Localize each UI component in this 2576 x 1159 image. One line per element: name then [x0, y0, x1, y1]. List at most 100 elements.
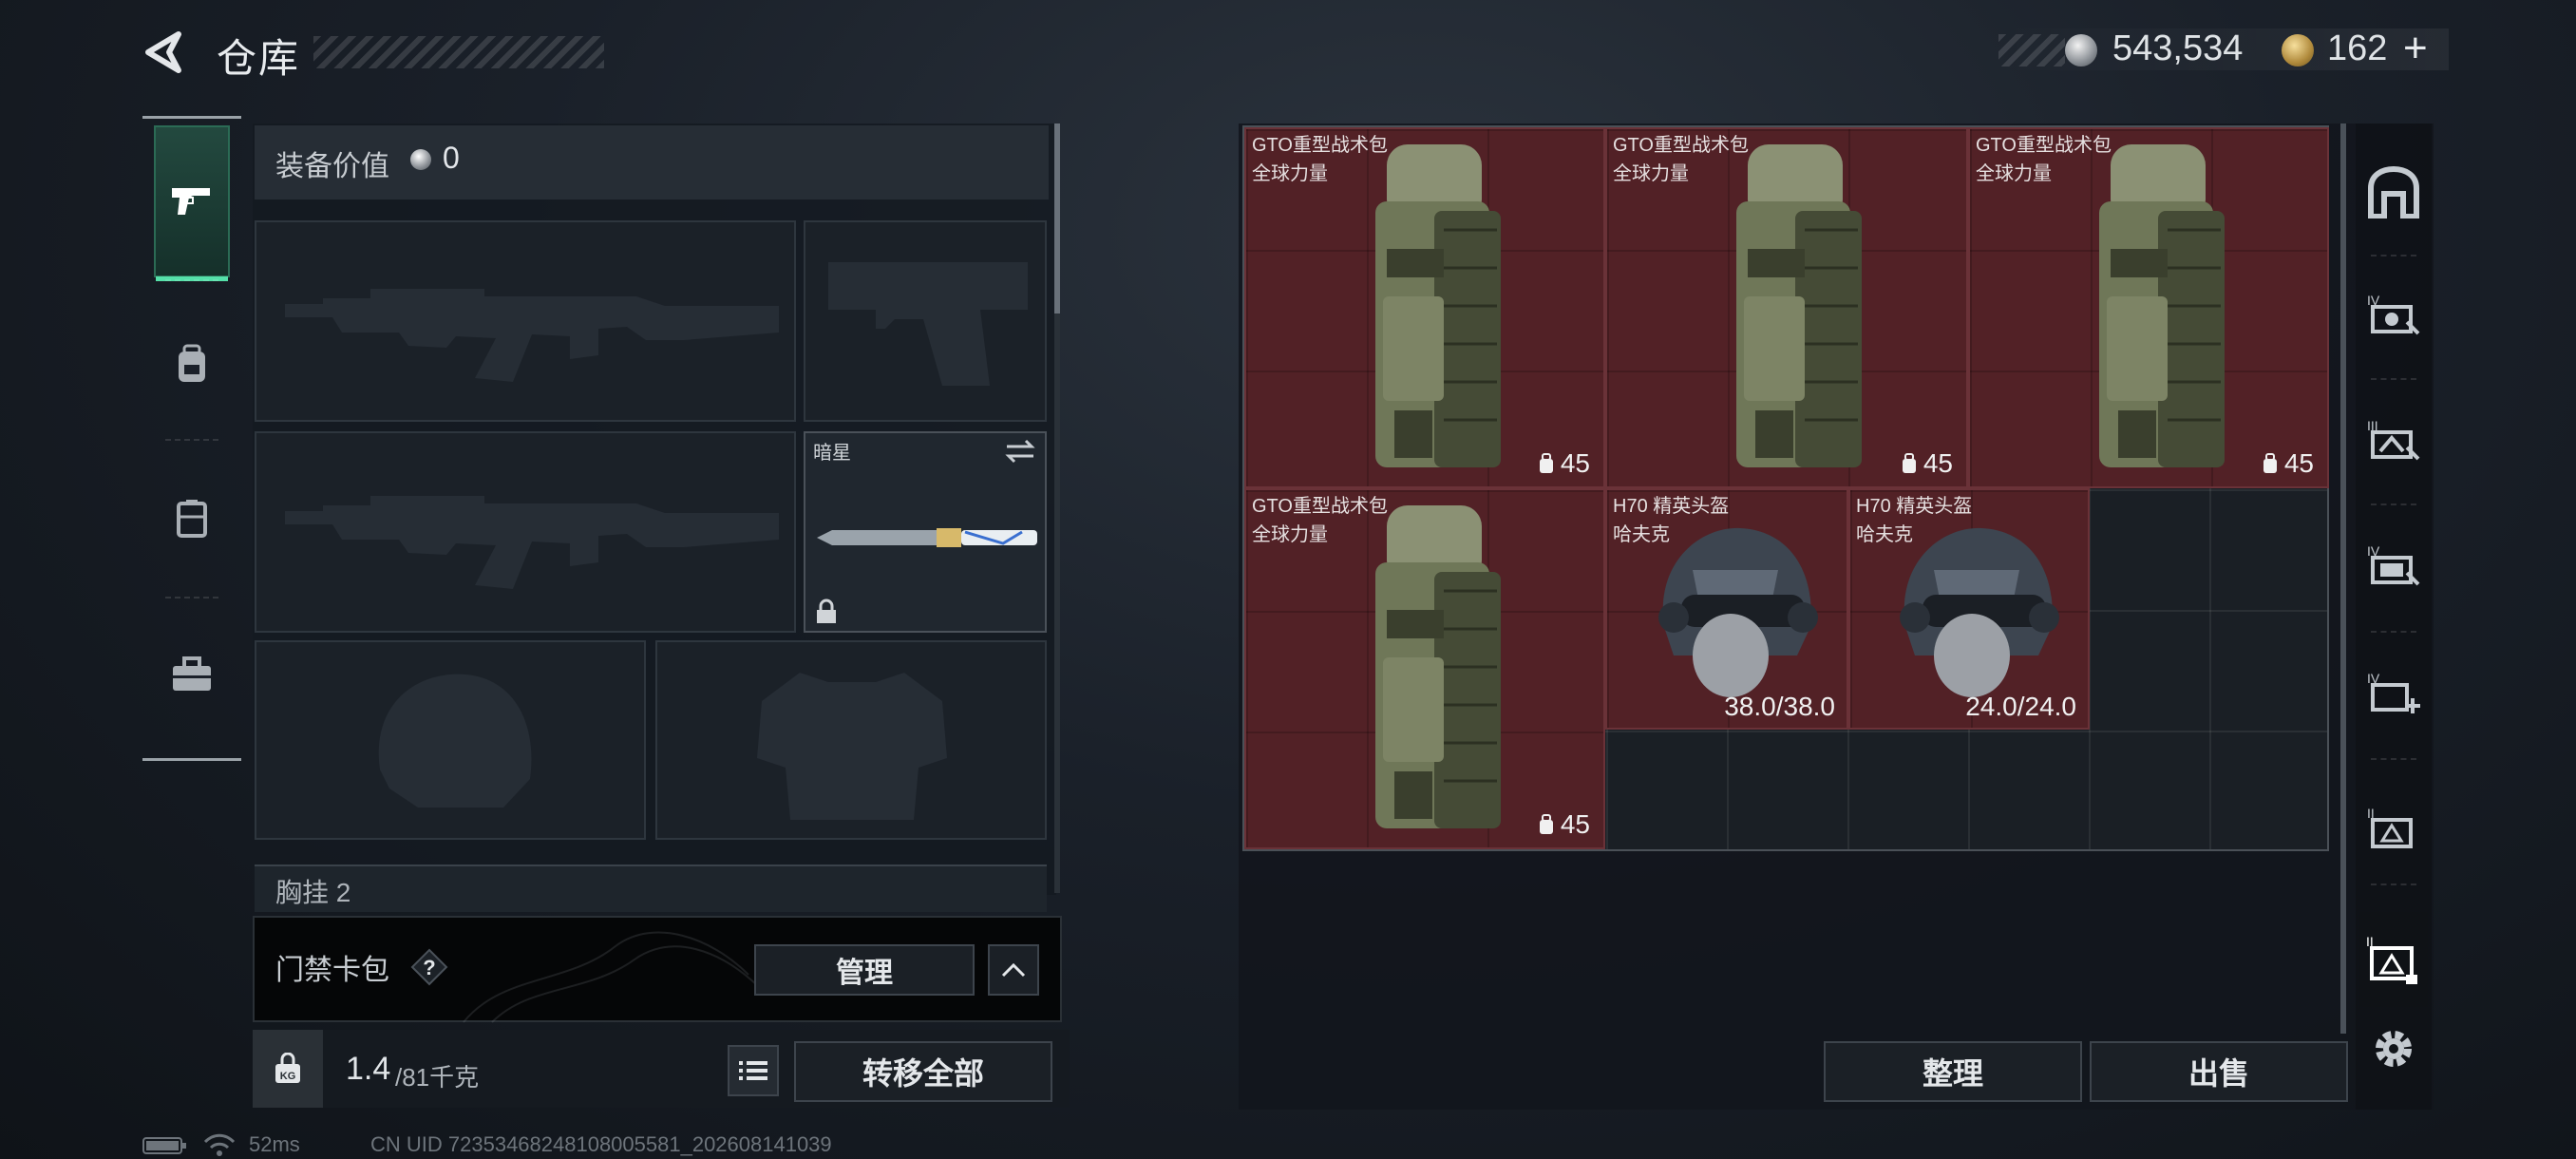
collapse-button[interactable] — [988, 944, 1039, 996]
page-title: 仓库 — [217, 36, 301, 81]
add-currency-button[interactable]: + — [2403, 25, 2428, 72]
tab-weapons[interactable] — [154, 125, 230, 281]
tab-stash-iv-2[interactable]: IV — [2359, 519, 2428, 614]
currency-decoration — [1998, 34, 2065, 66]
pistol-icon — [170, 184, 214, 218]
manage-button[interactable]: 管理 — [754, 944, 975, 996]
capacity-icon — [1539, 453, 1553, 473]
knife-icon — [817, 528, 1037, 547]
storage-item-helmet[interactable]: H70 精英头盔 哈夫克 24.0/24.0 — [1848, 488, 2090, 730]
item-brand: 全球力量 — [1976, 163, 2052, 184]
case-icon — [173, 498, 211, 540]
value-coin-icon — [410, 149, 431, 170]
loadout-scrollbar-thumb[interactable] — [1054, 124, 1060, 314]
tab-kits[interactable] — [154, 598, 230, 750]
gold-coin-icon — [2282, 34, 2314, 66]
rifle-silhouette-icon — [285, 496, 779, 589]
wifi-icon — [203, 1132, 236, 1157]
backpack-icon — [1736, 144, 1862, 467]
tier-i-stash-selected-icon: II — [2364, 933, 2423, 986]
storage-item-helmet[interactable]: H70 精英头盔 哈夫克 38.0/38.0 — [1605, 488, 1848, 730]
vest-silhouette-icon — [757, 673, 947, 820]
tab-stash-ii[interactable]: II — [2359, 781, 2428, 876]
storage-item-backpack[interactable]: GTO重型战术包 全球力量 45 — [1244, 127, 1605, 488]
back-icon[interactable] — [141, 28, 188, 76]
backpack-icon — [173, 344, 211, 386]
item-capacity: 45 — [1538, 809, 1590, 840]
transfer-all-button[interactable]: 转移全部 — [794, 1041, 1052, 1102]
home-icon — [2365, 165, 2422, 218]
capacity-icon — [1902, 453, 1916, 473]
item-durability: 24.0/24.0 — [1965, 692, 2076, 721]
pistol-slot[interactable] — [804, 220, 1047, 422]
item-brand: 哈夫克 — [1613, 524, 1670, 545]
tier-ii-stash-icon: II — [2365, 805, 2422, 852]
secondary-weapon-slot[interactable] — [255, 431, 796, 633]
keycard-label: 门禁卡包 — [275, 955, 389, 986]
item-capacity: 45 — [1538, 448, 1590, 479]
item-capacity: 45 — [2262, 448, 2314, 479]
melee-name: 暗星 — [813, 443, 851, 464]
sell-button[interactable]: 出售 — [2090, 1041, 2348, 1102]
capacity-icon — [1539, 814, 1553, 834]
item-capacity: 45 — [1901, 448, 1953, 479]
item-durability: 38.0/38.0 — [1724, 692, 1835, 721]
tier-iv-stash-1-icon: IV — [2365, 292, 2422, 339]
category-nav — [142, 116, 241, 764]
item-name: GTO重型战术包 — [1252, 135, 1388, 156]
silver-currency-value: 543,534 — [2112, 28, 2244, 68]
tab-stash-i-selected[interactable]: II — [2359, 912, 2428, 1007]
weight-icon: KG — [253, 1030, 323, 1108]
item-name: H70 精英头盔 — [1613, 496, 1730, 517]
tab-stash-iv-add[interactable]: IV — [2359, 646, 2428, 741]
swap-icon[interactable] — [1003, 437, 1037, 466]
svg-text:?: ? — [423, 956, 435, 979]
capacity-icon — [2263, 453, 2277, 473]
weight-current: 1.4 — [346, 1051, 391, 1087]
help-icon[interactable]: ? — [410, 948, 448, 986]
item-brand: 全球力量 — [1252, 524, 1328, 545]
armor-slot[interactable] — [655, 640, 1047, 840]
helmet-slot[interactable] — [255, 640, 646, 840]
battery-icon — [142, 1136, 188, 1155]
chest-rig-label: 胸挂 2 — [275, 878, 351, 907]
ping-value: 52ms — [249, 1132, 300, 1156]
item-brand: 全球力量 — [1252, 163, 1328, 184]
tier-iv-add-icon: IV — [2365, 670, 2422, 717]
backpack-icon — [1375, 505, 1501, 828]
chest-rig-slot[interactable] — [255, 864, 1047, 912]
storage-scrollbar-thumb[interactable] — [2340, 124, 2346, 1034]
tab-gear[interactable] — [154, 289, 230, 441]
item-name: H70 精英头盔 — [1856, 496, 1973, 517]
user-uid: CN UID 72353468248108005581_202608141039 — [370, 1132, 832, 1156]
tab-stash-home[interactable] — [2359, 144, 2428, 239]
silver-coin-icon — [2065, 34, 2097, 66]
tier-iii-stash-icon: III — [2365, 417, 2422, 465]
toolbox-icon — [171, 656, 213, 693]
item-brand: 全球力量 — [1613, 163, 1689, 184]
list-view-button[interactable] — [728, 1045, 779, 1096]
storage-item-backpack[interactable]: GTO重型战术包 全球力量 45 — [1968, 127, 2329, 488]
title-decoration — [313, 36, 604, 68]
storage-item-backpack[interactable]: GTO重型战术包 全球力量 45 — [1605, 127, 1968, 488]
loadout-value-label: 装备价值 — [275, 151, 389, 182]
settings-icon — [2370, 1025, 2417, 1073]
tab-containers[interactable] — [154, 443, 230, 595]
gold-currency-value: 162 — [2327, 28, 2388, 68]
tab-stash-iii[interactable]: III — [2359, 393, 2428, 488]
tier-iv-stash-2-icon: IV — [2365, 542, 2422, 590]
tab-stash-iv-1[interactable]: IV — [2359, 268, 2428, 363]
primary-weapon-slot[interactable] — [255, 220, 796, 422]
pistol-silhouette-icon — [828, 262, 1028, 386]
item-name: GTO重型战术包 — [1252, 496, 1388, 517]
item-brand: 哈夫克 — [1856, 524, 1913, 545]
lock-icon — [815, 598, 838, 625]
chevron-up-icon — [1001, 962, 1026, 978]
weight-max: /81千克 — [395, 1063, 480, 1092]
settings-button[interactable] — [2359, 1001, 2428, 1096]
sort-button[interactable]: 整理 — [1824, 1041, 2082, 1102]
svg-text:KG: KG — [280, 1071, 296, 1082]
rifle-silhouette-icon — [285, 289, 779, 382]
backpack-icon — [2099, 144, 2225, 467]
storage-item-backpack[interactable]: GTO重型战术包 全球力量 45 — [1244, 488, 1605, 849]
